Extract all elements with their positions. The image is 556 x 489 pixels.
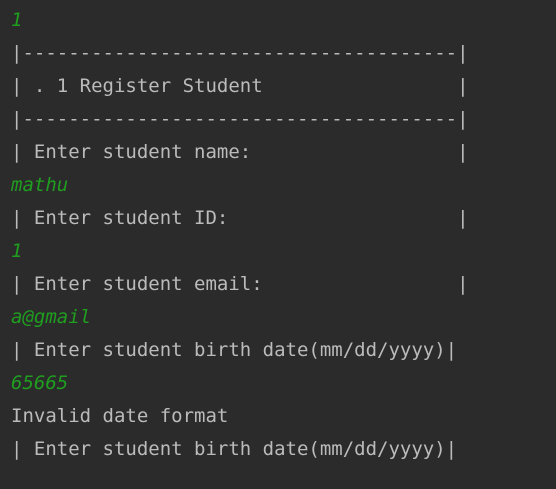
prompt-student-email: | Enter student email: | <box>11 273 469 295</box>
user-input-line: 1 <box>11 240 23 262</box>
prompt-student-id: | Enter student ID: | <box>11 207 469 229</box>
menu-border-bottom: |--------------------------------------| <box>11 108 469 130</box>
menu-border-top: |--------------------------------------| <box>11 42 469 64</box>
user-input-line: 1 <box>11 9 23 31</box>
menu-title-line: | . 1 Register Student | <box>11 75 469 97</box>
user-input-line: a@gmail <box>11 306 92 328</box>
user-input-line: 65665 <box>11 372 69 394</box>
prompt-birth-date: | Enter student birth date(mm/dd/yyyy)| <box>11 438 458 460</box>
prompt-birth-date: | Enter student birth date(mm/dd/yyyy)| <box>11 339 458 361</box>
error-message: Invalid date format <box>11 405 229 427</box>
user-input-line: mathu <box>11 174 69 196</box>
console-output-panel[interactable]: 1 |-------------------------------------… <box>0 0 556 489</box>
prompt-student-name: | Enter student name: | <box>11 141 469 163</box>
